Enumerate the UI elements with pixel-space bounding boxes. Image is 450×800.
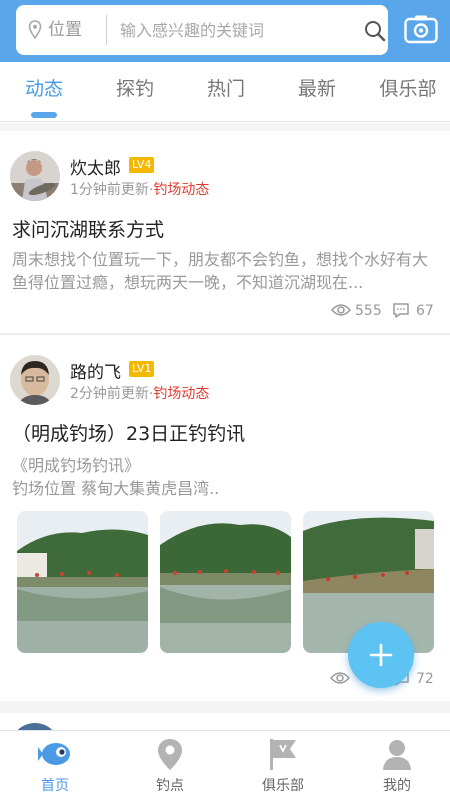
user-icon bbox=[383, 740, 411, 770]
view-count-value: 555 bbox=[355, 303, 382, 319]
map-pin-icon bbox=[158, 739, 182, 770]
post-meta: 1分钟前更新·钓场动态 bbox=[70, 179, 209, 199]
location-icon[interactable] bbox=[28, 20, 42, 40]
nav-label: 俱乐部 bbox=[262, 778, 304, 794]
post-excerpt-line: 钓场位置 蔡甸大集黄虎昌湾.. bbox=[12, 479, 220, 498]
bottom-nav: 首页 钓点 俱乐部 我的 bbox=[0, 730, 450, 800]
camera-icon[interactable] bbox=[404, 14, 438, 44]
nav-label: 钓点 bbox=[156, 778, 184, 794]
comment-count-value: 72 bbox=[416, 671, 434, 687]
nav-label: 首页 bbox=[41, 778, 69, 794]
avatar[interactable] bbox=[10, 151, 60, 201]
tab-explore[interactable]: 探钓 bbox=[95, 62, 175, 120]
tab-hot[interactable]: 热门 bbox=[186, 62, 266, 120]
nav-club[interactable]: 俱乐部 bbox=[238, 731, 328, 800]
nav-label: 我的 bbox=[383, 778, 411, 794]
tab-indicator bbox=[31, 112, 57, 118]
author-name[interactable]: 路的飞 bbox=[70, 358, 121, 383]
eye-icon bbox=[331, 304, 351, 316]
tab-club[interactable]: 俱乐部 bbox=[368, 62, 448, 120]
post-time: 1分钟前更新· bbox=[70, 182, 154, 198]
category-tabs: 动态 探钓 热门 最新 俱乐部 bbox=[0, 62, 450, 122]
avatar[interactable] bbox=[10, 355, 60, 405]
post-excerpt-line: 《明成钓场钓讯》 bbox=[12, 456, 141, 475]
post-card[interactable] bbox=[0, 713, 450, 773]
location-label[interactable]: 位置 bbox=[48, 5, 82, 55]
search-input[interactable] bbox=[120, 5, 350, 55]
nav-spots[interactable]: 钓点 bbox=[125, 731, 215, 800]
post-photo[interactable] bbox=[17, 511, 148, 653]
post-meta: 2分钟前更新·钓场动态 bbox=[70, 383, 209, 403]
level-badge: LV1 bbox=[129, 361, 155, 377]
post-card[interactable]: 炊太郎 LV4 1分钟前更新·钓场动态 求问沉湖联系方式 周末想找个位置玩一下，… bbox=[0, 131, 450, 333]
app-root: 位置 动态 探钓 热门 最新 俱乐部 bbox=[0, 0, 450, 800]
divider-gap bbox=[0, 123, 450, 131]
tab-latest[interactable]: 最新 bbox=[277, 62, 357, 120]
eye-icon bbox=[330, 672, 350, 684]
nav-mine[interactable]: 我的 bbox=[352, 731, 442, 800]
post-excerpt: 周末想找个位置玩一下，朋友都不会钓鱼，想找个水好有大鱼得位置过瘾，想玩两天一晚，… bbox=[12, 250, 429, 292]
level-badge: LV4 bbox=[129, 157, 155, 173]
post-time: 2分钟前更新· bbox=[70, 386, 154, 402]
add-post-button[interactable] bbox=[348, 622, 414, 688]
post-category[interactable]: 钓场动态 bbox=[153, 182, 209, 198]
post-stats: 555 67 bbox=[331, 301, 436, 321]
post-excerpt: 《明成钓场钓讯》 钓场位置 蔡甸大集黄虎昌湾.. bbox=[12, 454, 442, 500]
search-icon[interactable] bbox=[364, 20, 386, 42]
flag-icon bbox=[270, 739, 296, 770]
plus-icon bbox=[369, 643, 393, 667]
post-title[interactable]: （明成钓场）23日正钓钓讯 bbox=[12, 419, 245, 446]
header: 位置 bbox=[0, 0, 450, 62]
divider-gap bbox=[0, 701, 450, 713]
post-title[interactable]: 求问沉湖联系方式 bbox=[12, 215, 164, 242]
post-category[interactable]: 钓场动态 bbox=[153, 386, 209, 402]
comment-icon bbox=[393, 303, 409, 318]
comment-count-value: 67 bbox=[416, 303, 434, 319]
post-photo[interactable] bbox=[160, 511, 291, 653]
fish-home-icon bbox=[38, 743, 70, 765]
search-divider bbox=[106, 15, 107, 45]
nav-home[interactable]: 首页 bbox=[10, 731, 100, 800]
author-name[interactable]: 炊太郎 bbox=[70, 154, 121, 179]
search-box[interactable]: 位置 bbox=[16, 5, 388, 55]
